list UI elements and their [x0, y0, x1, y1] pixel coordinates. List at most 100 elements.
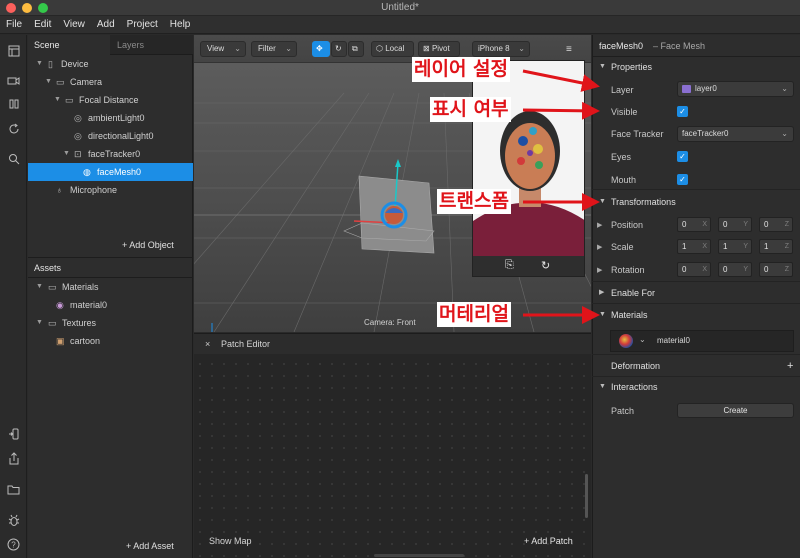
patch-label: Patch: [611, 406, 635, 416]
section-enable-for[interactable]: ▶ Enable For: [593, 283, 800, 303]
asset-item-textures[interactable]: ▼ ▭ Textures: [28, 314, 193, 332]
mouth-checkbox[interactable]: ✓: [677, 174, 688, 185]
pivot-toggle[interactable]: ⊠ Pivot: [418, 41, 460, 57]
tree-item-focal-distance[interactable]: ▼ ▭ Focal Distance: [28, 91, 193, 109]
tree-item-ambient-light[interactable]: ◎ ambientLight0: [28, 109, 193, 127]
visible-checkbox[interactable]: ✓: [677, 106, 688, 117]
expand-triangle-icon[interactable]: ▼: [36, 55, 43, 73]
section-materials[interactable]: ▼ Materials: [593, 305, 800, 325]
tree-item-face-tracker[interactable]: ▼ ⊡ faceTracker0: [28, 145, 193, 163]
move-tool-button[interactable]: ✥: [312, 41, 330, 57]
asset-item-material0[interactable]: ◉ material0: [28, 296, 193, 314]
menu-help[interactable]: Help: [170, 19, 191, 30]
light-icon: ◎: [74, 113, 82, 123]
section-deformation[interactable]: Deformation +: [593, 356, 800, 376]
search-icon[interactable]: [6, 152, 21, 166]
tree-item-label: Focal Distance: [79, 95, 139, 105]
refresh-icon[interactable]: [6, 122, 21, 136]
device-dropdown[interactable]: iPhone 8 ⌄: [472, 41, 530, 57]
tree-item-face-mesh[interactable]: ◍ faceMesh0: [28, 163, 193, 181]
expand-triangle-icon[interactable]: ▼: [54, 91, 61, 109]
expand-triangle-icon[interactable]: ▼: [45, 73, 52, 91]
face-tracker-icon: ⊡: [74, 149, 82, 159]
pause-icon[interactable]: [6, 97, 21, 111]
chevron-down-icon[interactable]: ⌄: [639, 335, 646, 344]
add-patch-button[interactable]: + Add Patch: [524, 536, 573, 546]
section-properties[interactable]: ▼ Properties: [593, 57, 800, 77]
tree-item-microphone[interactable]: ♁ Microphone: [28, 181, 193, 199]
microphone-icon: ♁: [56, 185, 63, 195]
chevron-down-icon: ⌄: [234, 44, 241, 53]
menu-icon[interactable]: ≡: [566, 44, 572, 55]
device-icon[interactable]: [6, 427, 21, 441]
viewport-toolbar: View ⌄ Filter ⌄ ✥ ↻ ⧉ ⬡ Local ⊠ Pivot iPho…: [194, 35, 591, 63]
horizontal-scrollbar[interactable]: [374, 554, 464, 557]
folder-icon[interactable]: [6, 482, 21, 496]
tree-item-device[interactable]: ▼ ▯ Device: [28, 55, 193, 73]
menu-project[interactable]: Project: [127, 19, 158, 30]
menu-edit[interactable]: Edit: [34, 19, 51, 30]
scale-tool-button[interactable]: ⧉: [348, 41, 364, 57]
tree-item-camera[interactable]: ▼ ▭ Camera: [28, 73, 193, 91]
rotation-z-field[interactable]: 0Z: [759, 262, 793, 277]
tab-scene[interactable]: Scene: [28, 35, 110, 55]
collapse-triangle-icon[interactable]: ▶: [597, 266, 602, 274]
expand-triangle-icon[interactable]: ▼: [63, 145, 70, 163]
filter-dropdown-label: Filter: [258, 44, 276, 53]
add-asset-button[interactable]: + Add Asset: [126, 541, 174, 551]
chevron-down-icon: ⌄: [518, 44, 525, 53]
menu-view[interactable]: View: [63, 19, 85, 30]
help-icon[interactable]: ?: [6, 537, 21, 551]
collapse-triangle-icon[interactable]: ▶: [597, 243, 602, 251]
section-label: Enable For: [611, 288, 656, 298]
section-transformations[interactable]: ▼ Transformations: [593, 192, 800, 212]
expand-triangle-icon[interactable]: ▼: [36, 278, 43, 296]
tab-layers[interactable]: Layers: [111, 35, 193, 55]
plus-icon[interactable]: +: [787, 356, 793, 376]
menu-file[interactable]: File: [6, 19, 22, 30]
tree-item-directional-light[interactable]: ◎ directionalLight0: [28, 127, 193, 145]
rotation-label: Rotation: [611, 265, 645, 275]
view-dropdown[interactable]: View ⌄: [200, 41, 246, 57]
scale-x-value: 1: [682, 242, 687, 251]
layer-dropdown[interactable]: layer0 ⌄: [677, 81, 794, 97]
tree-item-label: ambientLight0: [88, 113, 145, 123]
asset-item-cartoon[interactable]: ▣ cartoon: [28, 332, 193, 350]
close-icon[interactable]: ×: [205, 339, 210, 349]
rotate-tool-button[interactable]: ↻: [331, 41, 347, 57]
section-interactions[interactable]: ▼ Interactions: [593, 377, 800, 397]
collapse-triangle-icon[interactable]: ▶: [597, 221, 602, 229]
eyes-checkbox[interactable]: ✓: [677, 151, 688, 162]
vertical-scrollbar[interactable]: [585, 474, 588, 518]
layout-icon[interactable]: [6, 44, 21, 58]
screenshot-icon[interactable]: ⎘: [505, 259, 514, 272]
add-object-button[interactable]: + Add Object: [122, 240, 174, 250]
asset-item-label: Textures: [62, 318, 97, 328]
scale-label: Scale: [611, 242, 634, 252]
scale-z-field[interactable]: 1Z: [759, 239, 793, 254]
position-y-field[interactable]: 0Y: [718, 217, 752, 232]
camera-icon[interactable]: [6, 74, 21, 88]
patch-editor[interactable]: × Patch Editor Show Map + Add Patch: [194, 333, 591, 558]
asset-item-materials[interactable]: ▼ ▭ Materials: [28, 278, 193, 296]
scale-x-field[interactable]: 1X: [677, 239, 711, 254]
local-toggle[interactable]: ⬡ Local: [371, 41, 414, 57]
material-slot[interactable]: ⌄ material0: [610, 330, 794, 352]
rotation-x-field[interactable]: 0X: [677, 262, 711, 277]
simulator-preview[interactable]: ⎘ ↻: [472, 60, 585, 277]
face-tracker-dropdown[interactable]: faceTracker0 ⌄: [677, 126, 794, 142]
filter-dropdown[interactable]: Filter ⌄: [251, 41, 297, 57]
scale-y-field[interactable]: 1Y: [718, 239, 752, 254]
light-icon: ◎: [74, 131, 82, 141]
share-icon[interactable]: [6, 451, 21, 465]
preview-face-image: [473, 61, 584, 258]
create-patch-button[interactable]: Create: [677, 403, 794, 418]
bug-icon[interactable]: [6, 513, 21, 527]
show-map-button[interactable]: Show Map: [209, 536, 252, 546]
menu-add[interactable]: Add: [97, 19, 115, 30]
rotate-device-icon[interactable]: ↻: [541, 259, 550, 272]
rotation-y-field[interactable]: 0Y: [718, 262, 752, 277]
position-x-field[interactable]: 0X: [677, 217, 711, 232]
position-z-field[interactable]: 0Z: [759, 217, 793, 232]
expand-triangle-icon[interactable]: ▼: [36, 314, 43, 332]
